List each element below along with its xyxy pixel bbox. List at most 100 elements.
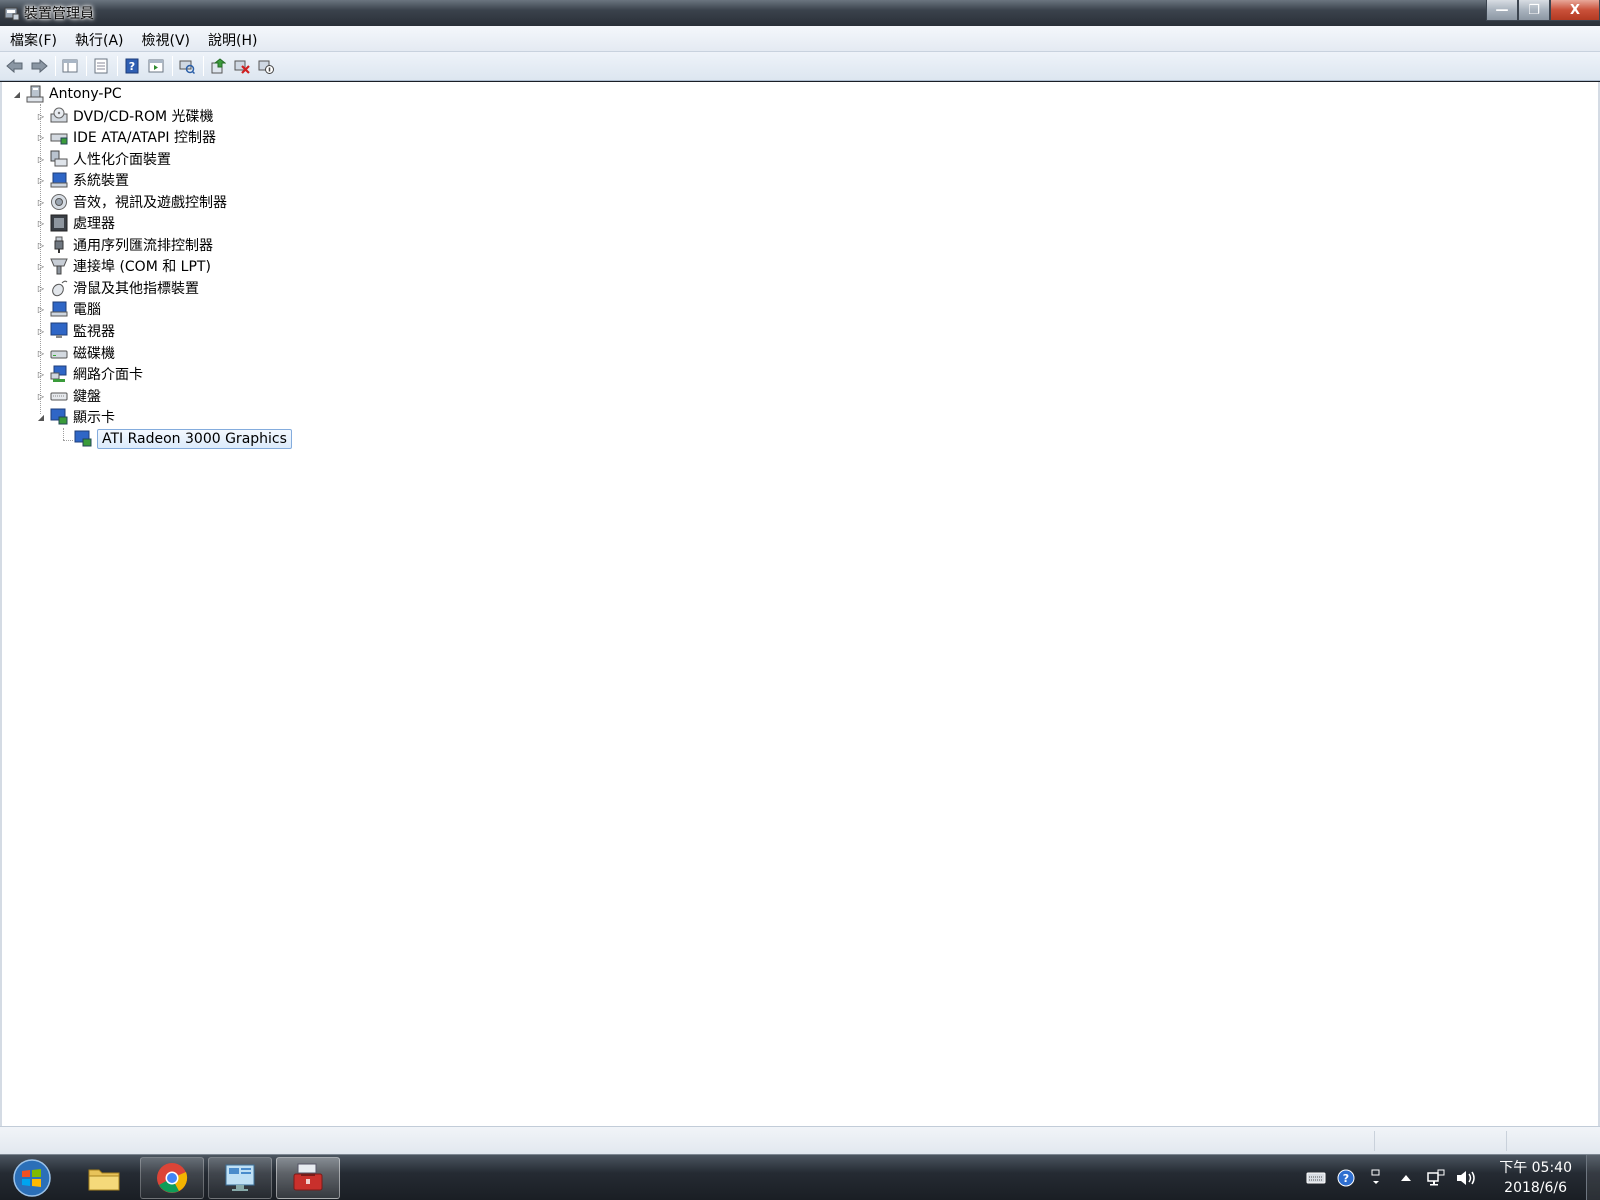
tree-item-ports[interactable]: ▷ 連接埠 (COM 和 LPT) xyxy=(36,255,211,277)
tree-item-computer[interactable]: ▷ 電腦 xyxy=(36,298,101,320)
tree-item-ati-radeon[interactable]: ATI Radeon 3000 Graphics xyxy=(74,428,292,450)
tree-item-label: 顯示卡 xyxy=(73,410,115,426)
properties-icon[interactable] xyxy=(90,55,112,77)
tree-item-label: 連接埠 (COM 和 LPT) xyxy=(73,259,211,275)
tree-item-hid[interactable]: ▷ 人性化介面裝置 xyxy=(36,148,171,170)
expand-arrow-icon[interactable]: ▷ xyxy=(36,154,46,164)
title-bar[interactable]: 裝置管理員 — ❐ X xyxy=(0,0,1600,26)
tree-root[interactable]: ◢ Antony-PC xyxy=(12,83,122,105)
tree-item-display[interactable]: ◢ 顯示卡 xyxy=(36,406,115,428)
expand-arrow-icon[interactable]: ▷ xyxy=(36,132,46,142)
forward-icon[interactable] xyxy=(28,55,50,77)
disable-icon[interactable] xyxy=(255,55,277,77)
close-button[interactable]: X xyxy=(1550,0,1600,21)
tree-item-mouse[interactable]: ▷ 滑鼠及其他指標裝置 xyxy=(36,277,199,299)
tree-item-label: 音效，視訊及遊戲控制器 xyxy=(73,195,227,211)
tree-item-processor[interactable]: ▷ 處理器 xyxy=(36,212,115,234)
tree-item-label: IDE ATA/ATAPI 控制器 xyxy=(73,130,217,146)
maximize-button[interactable]: ❐ xyxy=(1518,0,1550,21)
expand-arrow-icon[interactable]: ▷ xyxy=(36,283,46,293)
svg-text:?: ? xyxy=(129,60,135,73)
network-icon[interactable] xyxy=(1425,1167,1447,1189)
ide-controller-icon xyxy=(50,128,68,146)
toolbar: ? xyxy=(0,52,1600,81)
status-segment xyxy=(1506,1131,1507,1151)
hid-icon xyxy=(50,150,68,168)
tree-connector xyxy=(63,428,64,440)
keyboard-tray-icon[interactable] xyxy=(1305,1167,1327,1189)
expand-arrow-icon[interactable]: ▷ xyxy=(36,369,46,379)
volume-icon[interactable] xyxy=(1455,1167,1477,1189)
tree-item-sound[interactable]: ▷ 音效，視訊及遊戲控制器 xyxy=(36,191,227,213)
disk-drive-icon xyxy=(50,344,68,362)
sound-icon xyxy=(50,193,68,211)
windows-explorer-icon[interactable] xyxy=(72,1157,136,1199)
clock-date: 2018/6/6 xyxy=(1504,1180,1568,1196)
back-icon[interactable] xyxy=(4,55,26,77)
collapse-arrow-icon[interactable]: ◢ xyxy=(36,412,46,422)
tree-item-ide[interactable]: ▷ IDE ATA/ATAPI 控制器 xyxy=(36,126,216,148)
scan-hardware-icon[interactable] xyxy=(176,55,198,77)
device-tree[interactable]: ◢ Antony-PC ▷ DVD/CD-ROM 光碟機 ▷ IDE ATA/A… xyxy=(0,82,1600,1126)
expand-arrow-icon[interactable]: ▷ xyxy=(36,261,46,271)
network-adapter-icon xyxy=(50,365,68,383)
tree-item-label: 滑鼠及其他指標裝置 xyxy=(73,281,199,297)
selected-device-label[interactable]: ATI Radeon 3000 Graphics xyxy=(97,429,292,449)
toolbar-separator xyxy=(172,56,173,76)
minimize-button[interactable]: — xyxy=(1486,0,1518,21)
control-panel-icon[interactable] xyxy=(208,1157,272,1199)
action-pane-icon[interactable] xyxy=(145,55,167,77)
device-manager-app-icon[interactable] xyxy=(4,5,20,21)
expand-arrow-icon[interactable]: ▷ xyxy=(36,240,46,250)
show-hide-tree-icon[interactable] xyxy=(59,55,81,77)
display-adapter-icon xyxy=(50,408,68,426)
chrome-icon[interactable] xyxy=(140,1157,204,1199)
help-icon[interactable]: ? xyxy=(121,55,143,77)
keyboard-icon xyxy=(50,387,68,405)
uninstall-icon[interactable] xyxy=(231,55,253,77)
tree-root-label: Antony-PC xyxy=(49,86,122,102)
tree-item-usb[interactable]: ▷ 通用序列匯流排控制器 xyxy=(36,234,213,256)
menu-action[interactable]: 執行(A) xyxy=(65,26,132,52)
tree-item-monitor[interactable]: ▷ 監視器 xyxy=(36,320,115,342)
window-title: 裝置管理員 xyxy=(24,6,94,22)
system-tray: ? 下午 05:40 2018/6/6 xyxy=(1301,1155,1600,1200)
tree-item-label: 網路介面卡 xyxy=(73,367,143,383)
expand-arrow-icon[interactable]: ▷ xyxy=(36,304,46,314)
menu-bar: 檔案(F) 執行(A) 檢視(V) 說明(H) xyxy=(0,26,1600,52)
menu-help[interactable]: 說明(H) xyxy=(198,26,265,52)
expand-arrow-icon[interactable]: ▷ xyxy=(36,348,46,358)
toolbar-separator xyxy=(86,56,87,76)
expand-arrow-icon[interactable]: ▷ xyxy=(36,175,46,185)
menu-file[interactable]: 檔案(F) xyxy=(0,26,65,52)
show-desktop-button[interactable] xyxy=(1586,1155,1600,1200)
expand-arrow-icon[interactable]: ▷ xyxy=(36,326,46,336)
system-devices-icon xyxy=(50,171,68,189)
tree-item-dvd[interactable]: ▷ DVD/CD-ROM 光碟機 xyxy=(36,105,214,127)
update-driver-icon[interactable] xyxy=(207,55,229,77)
toolbar-separator xyxy=(55,56,56,76)
mouse-icon xyxy=(50,279,68,297)
clock[interactable]: 下午 05:40 2018/6/6 xyxy=(1499,1158,1572,1198)
tree-connector xyxy=(63,440,73,441)
menu-view[interactable]: 檢視(V) xyxy=(132,26,199,52)
tree-item-disk[interactable]: ▷ 磁碟機 xyxy=(36,342,115,364)
help-tray-icon[interactable]: ? xyxy=(1335,1167,1357,1189)
device-manager-icon[interactable] xyxy=(276,1157,340,1199)
expand-arrow-icon[interactable]: ▷ xyxy=(36,197,46,207)
processor-icon xyxy=(50,214,68,232)
tree-item-keyboard[interactable]: ▷ 鍵盤 xyxy=(36,385,101,407)
show-hidden-icons[interactable] xyxy=(1395,1167,1417,1189)
tree-item-label: DVD/CD-ROM 光碟機 xyxy=(73,109,214,125)
expand-arrow-icon[interactable]: ▷ xyxy=(36,391,46,401)
taskbar: ? 下午 05:40 2018/6/6 xyxy=(0,1154,1600,1200)
expand-arrow-icon[interactable]: ▷ xyxy=(36,218,46,228)
clock-time: 下午 05:40 xyxy=(1499,1160,1572,1176)
tree-item-system[interactable]: ▷ 系統裝置 xyxy=(36,169,129,191)
tree-item-network[interactable]: ▷ 網路介面卡 xyxy=(36,363,143,385)
start-button[interactable] xyxy=(8,1157,60,1199)
collapse-arrow-icon[interactable]: ◢ xyxy=(12,89,22,99)
language-icon[interactable] xyxy=(1365,1167,1387,1189)
usb-icon xyxy=(50,236,68,254)
expand-arrow-icon[interactable]: ▷ xyxy=(36,111,46,121)
